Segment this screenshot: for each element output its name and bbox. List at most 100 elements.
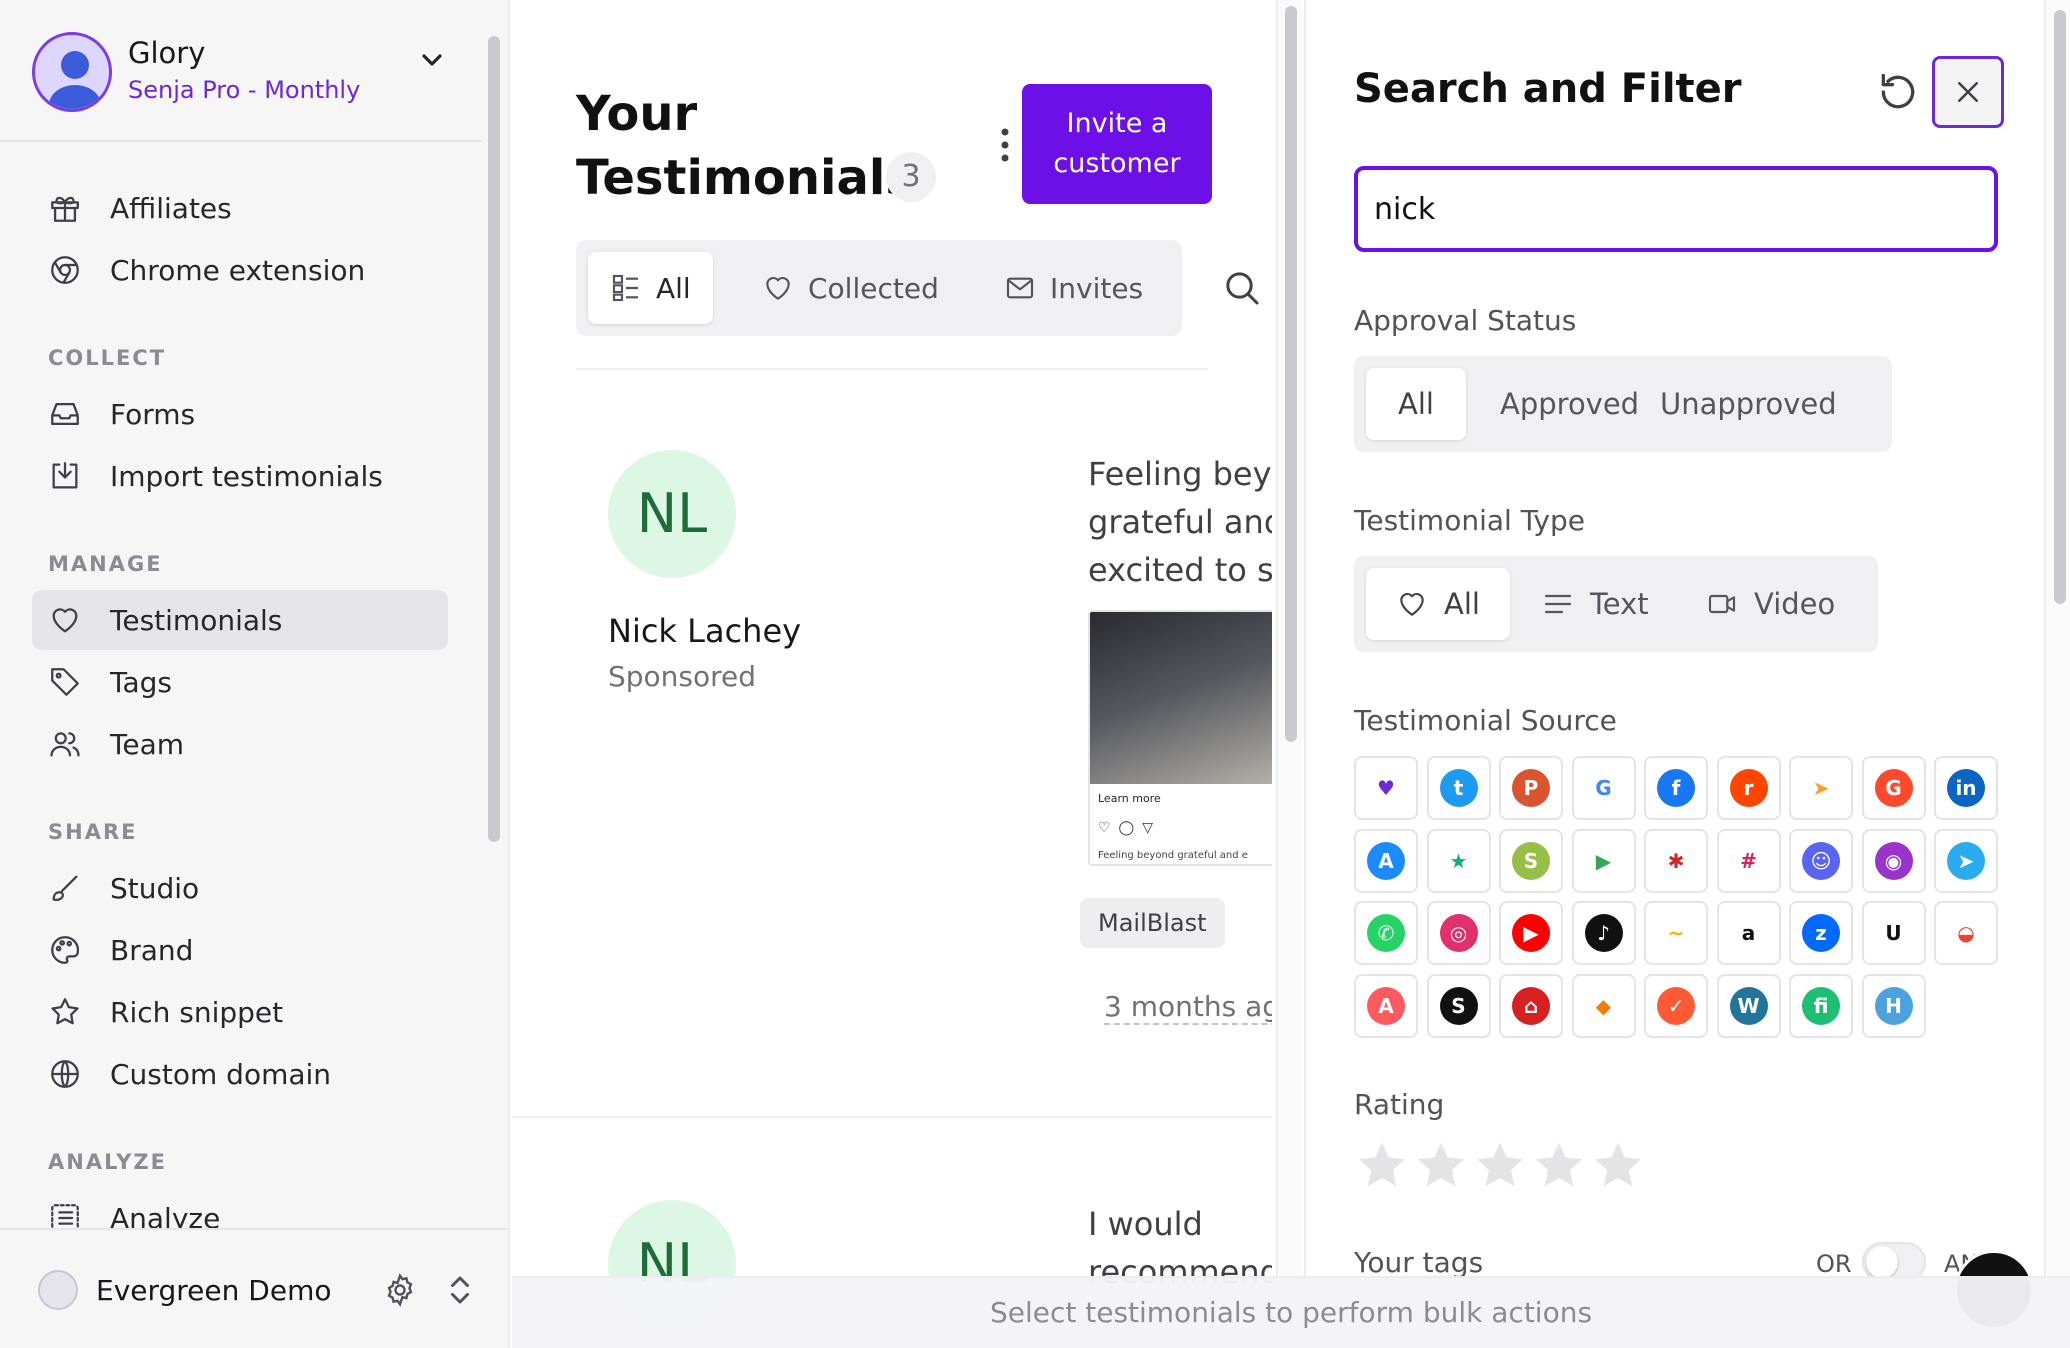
sidebar-item-studio[interactable]: Studio <box>32 858 448 918</box>
gear-icon[interactable] <box>382 1272 418 1308</box>
close-panel-button[interactable] <box>1932 56 2004 128</box>
rating-star-icon[interactable] <box>1590 1138 1646 1194</box>
source-google-play-button[interactable]: ▶ <box>1571 828 1636 893</box>
sidebar-scrollbar[interactable] <box>488 36 500 842</box>
sidebar-item-team[interactable]: Team <box>32 714 448 774</box>
tab-label: Collected <box>808 271 939 305</box>
section-manage: MANAGE <box>48 552 163 576</box>
heart-icon <box>52 608 78 633</box>
facebook-icon: f <box>1657 769 1695 807</box>
approval-option-unapproved[interactable]: Unapproved <box>1628 368 1869 440</box>
sidebar-item-custom-domain[interactable]: Custom domain <box>32 1044 448 1104</box>
type-option-text[interactable]: Text <box>1520 568 1671 640</box>
tag-chip[interactable]: MailBlast <box>1080 898 1225 948</box>
search-input[interactable] <box>1354 166 1998 252</box>
source-facebook-button[interactable]: f <box>1644 756 1708 820</box>
source-chrome-web-store-button[interactable]: ◒ <box>1934 901 1998 965</box>
account-switcher[interactable]: Glory Senja Pro - Monthly <box>0 0 482 142</box>
source-amazon-button[interactable]: a <box>1716 901 1781 965</box>
tab-collected[interactable]: Collected <box>740 252 961 324</box>
senja-icon: ♥ <box>1367 769 1405 807</box>
source-gitlab-button[interactable]: ◆ <box>1571 973 1636 1038</box>
tab-all[interactable]: All <box>588 252 713 324</box>
tab-label: All <box>656 271 691 305</box>
main-scrollbar[interactable] <box>1276 0 1302 1348</box>
source-linkedin-button[interactable]: in <box>1934 756 1998 820</box>
rating-star-icon[interactable] <box>1413 1138 1469 1194</box>
source-homeadvisor-button[interactable]: ⌂ <box>1499 973 1563 1038</box>
source-senja-button[interactable]: ♥ <box>1354 756 1418 820</box>
star-icon <box>51 998 79 1025</box>
source-airbnb-button[interactable]: A <box>1354 973 1418 1038</box>
sidebar-item-chrome-extension[interactable]: Chrome extension <box>32 240 448 300</box>
source-zillow-button[interactable]: z <box>1789 901 1853 965</box>
tags-or-label: OR <box>1816 1250 1852 1278</box>
author-name[interactable]: Nick Lachey <box>608 612 801 650</box>
sidebar-item-affiliates[interactable]: Affiliates <box>32 178 448 238</box>
source-tiktok-button[interactable]: ♪ <box>1571 901 1636 965</box>
source-capterra-button[interactable]: ➤ <box>1789 756 1853 820</box>
source-instagram-button[interactable]: ◎ <box>1426 901 1491 965</box>
source-wordpress-button[interactable]: W <box>1716 973 1781 1038</box>
workspace-switcher[interactable]: Evergreen Demo <box>0 1228 508 1348</box>
page-title-line: Your <box>576 86 698 142</box>
testimonial-image[interactable]: Learn more ♡◯▽ Feeling beyond grateful a… <box>1088 610 1272 866</box>
source-appsumo-button[interactable]: ✓ <box>1644 973 1708 1038</box>
g2-icon: G <box>1874 769 1913 807</box>
user-plan: Senja Pro - Monthly <box>128 76 361 104</box>
source-udemy-button[interactable]: U <box>1861 901 1926 965</box>
source-skillshare-button[interactable]: S <box>1426 973 1491 1038</box>
author-avatar: NL <box>608 450 736 578</box>
product-hunt-icon: P <box>1512 769 1550 807</box>
discord-icon: ☺ <box>1802 841 1840 880</box>
tag-icon <box>51 668 79 696</box>
source-product-hunt-button[interactable]: P <box>1499 756 1563 820</box>
sidebar-item-import-testimonials[interactable]: Import testimonials <box>32 446 448 506</box>
linkedin-icon: in <box>1947 769 1985 807</box>
type-option-all[interactable]: All <box>1366 568 1510 640</box>
rating-star-icon[interactable] <box>1531 1138 1587 1194</box>
source-fiverr-button[interactable]: fi <box>1789 973 1853 1038</box>
sidebar-item-tags[interactable]: Tags <box>32 652 448 712</box>
type-option-video[interactable]: Video <box>1684 568 1857 640</box>
source-hubspot-button[interactable]: H <box>1861 973 1926 1038</box>
sidebar-item-forms[interactable]: Forms <box>32 384 448 444</box>
source-app-store-button[interactable]: A <box>1354 828 1418 893</box>
invite-customer-button[interactable]: Invite a customer <box>1022 84 1212 204</box>
source-reddit-button[interactable]: r <box>1716 756 1781 820</box>
source-twitter-button[interactable]: t <box>1426 756 1491 820</box>
source-shopify-button[interactable]: S <box>1499 828 1563 893</box>
source-sourceforge-button[interactable]: ~ <box>1644 901 1708 965</box>
source-google-button[interactable]: G <box>1571 756 1636 820</box>
sidebar-item-rich-snippet[interactable]: Rich snippet <box>32 982 448 1042</box>
source-yelp-button[interactable]: ✱ <box>1644 828 1708 893</box>
chevron-down-icon[interactable] <box>416 44 448 76</box>
reset-icon[interactable] <box>1876 70 1920 114</box>
source-slack-button[interactable]: # <box>1716 828 1781 893</box>
source-whatsapp-button[interactable]: ✆ <box>1354 901 1418 965</box>
source-youtube-button[interactable]: ▶ <box>1499 901 1563 965</box>
testimonial-source-label: Testimonial Source <box>1354 704 1617 737</box>
rating-star-icon[interactable] <box>1472 1138 1528 1194</box>
sidebar-item-brand[interactable]: Brand <box>32 920 448 980</box>
chevron-updown-icon[interactable] <box>446 1272 474 1308</box>
approval-option-all[interactable]: All <box>1366 368 1466 440</box>
rating-star-icon[interactable] <box>1354 1138 1410 1194</box>
sidebar-item-testimonials[interactable]: Testimonials <box>32 590 448 650</box>
testimonial-text[interactable]: Feeling beyo grateful and excited to sh <box>1088 450 1272 594</box>
panel-scrollbar[interactable] <box>2044 0 2070 1348</box>
source-telegram-button[interactable]: ➤ <box>1934 828 1998 893</box>
bulk-actions-bar: Select testimonials to perform bulk acti… <box>512 1276 2070 1348</box>
panel-scrollbar-thumb[interactable] <box>2054 10 2066 604</box>
testimonial-count-badge: 3 <box>886 152 936 202</box>
source-apple-podcasts-button[interactable]: ◉ <box>1861 828 1926 893</box>
section-collect: COLLECT <box>48 346 167 370</box>
main-scrollbar-thumb[interactable] <box>1285 6 1297 742</box>
search-icon[interactable] <box>1222 268 1262 308</box>
source-g2-button[interactable]: G <box>1861 756 1926 820</box>
tab-invites[interactable]: Invites <box>982 252 1165 324</box>
source-discord-button[interactable]: ☺ <box>1789 828 1853 893</box>
source-trustpilot-button[interactable]: ★ <box>1426 828 1491 893</box>
telegram-icon: ➤ <box>1947 841 1985 880</box>
video-camera-icon <box>1708 594 1736 614</box>
